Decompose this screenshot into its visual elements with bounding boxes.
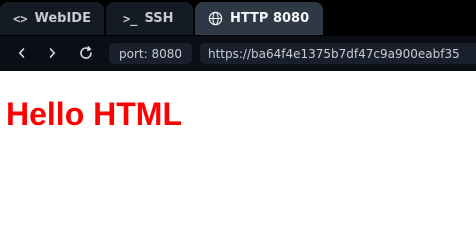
chevron-right-icon [49,48,56,58]
browser-tabbar: <> WebIDE >_ SSH HTTP 8080 [0,0,476,36]
tab-webide[interactable]: <> WebIDE [0,2,104,35]
tab-label: HTTP 8080 [230,11,310,26]
page-heading: Hello HTML [6,96,182,132]
browser-navbar: port: 8080 https://ba64f4e1375b7df47c9a9… [0,36,476,71]
chevron-left-icon [18,48,25,58]
tab-label: WebIDE [34,11,91,26]
terminal-prompt-icon: >_ [123,11,138,26]
reload-button[interactable] [76,44,96,62]
tab-http-8080[interactable]: HTTP 8080 [195,2,323,35]
globe-icon [208,11,223,26]
page-content: Hello HTML [0,71,476,233]
tab-label: SSH [144,11,174,26]
back-button[interactable] [12,44,32,62]
port-indicator[interactable]: port: 8080 [109,43,192,64]
url-bar[interactable]: https://ba64f4e1375b7df47c9a900eabf35 [200,43,476,64]
tab-ssh[interactable]: >_ SSH [106,2,193,35]
code-brackets-icon: <> [13,11,28,26]
reload-icon [80,46,92,59]
forward-button[interactable] [42,44,62,62]
